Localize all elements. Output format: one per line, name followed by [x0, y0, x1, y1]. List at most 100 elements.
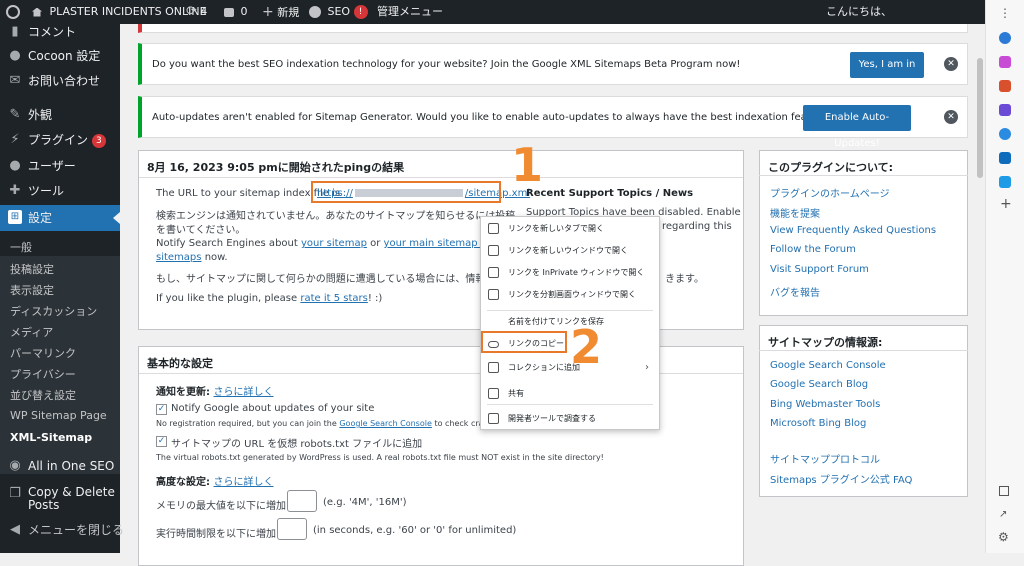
sitemaps-link[interactable]: sitemaps — [156, 252, 202, 263]
submenu-wp-sitemap-page[interactable]: WP Sitemap Page — [10, 409, 107, 422]
time-limit-label: 実行時間制限を以下に増加: — [156, 529, 280, 540]
sidebar-item-plugins[interactable]: ⚡ プラグイン 3 — [0, 128, 120, 152]
plugin-update-badge: 3 — [91, 133, 106, 148]
refresh-icon: ⟳ — [186, 4, 197, 19]
robots-txt-checkbox[interactable]: ✓ — [156, 436, 167, 447]
copilot-icon[interactable] — [999, 128, 1011, 140]
enable-auto-updates-button[interactable]: Enable Auto-Updates! — [803, 105, 911, 149]
ctx-open-new-window[interactable]: リンクを新しいウインドウで開く — [481, 240, 659, 262]
sitemap-faq-link[interactable]: Sitemaps プラグイン公式 FAQ — [770, 471, 912, 486]
submenu-discussion[interactable]: ディスカッション — [10, 303, 97, 319]
sidebar-toggle-icon[interactable] — [999, 486, 1009, 496]
sidebar-item-users[interactable]: ● ユーザー — [0, 154, 120, 178]
sidebar-item-aioseo[interactable]: ◉ All in One SEO — [0, 454, 120, 478]
sidebar-item-contact[interactable]: ✉ お問い合わせ — [0, 69, 120, 93]
sidebar-item-label: コメント — [28, 25, 77, 39]
submenu-sort[interactable]: 並び替え設定 — [10, 387, 76, 403]
seo-label: SEO — [327, 5, 351, 18]
google-search-console-link[interactable]: Google Search Console — [770, 360, 886, 371]
external-link-icon[interactable]: ↗ — [999, 509, 1007, 520]
submenu-media[interactable]: メディア — [10, 324, 53, 340]
ctx-label: リンクを新しいウインドウで開く — [508, 246, 628, 255]
page-scrollbar-thumb[interactable] — [977, 58, 983, 178]
submenu-writing[interactable]: 投稿設定 — [10, 261, 54, 277]
support-forum-link[interactable]: Visit Support Forum — [770, 264, 869, 275]
sidebar-item-collapse[interactable]: ◀ メニューを閉じる — [0, 518, 124, 542]
home-icon — [32, 7, 42, 17]
ellipsis-icon[interactable]: ⋮ — [999, 6, 1011, 20]
outlook-icon[interactable] — [999, 152, 1011, 164]
rate-link[interactable]: rate it 5 stars — [300, 293, 368, 304]
submenu-permalinks[interactable]: パーマリンク — [10, 345, 76, 361]
support-topics-text-2: regarding this — [662, 221, 732, 232]
faq-link[interactable]: View Frequently Asked Questions — [770, 225, 936, 236]
bing-webmaster-link[interactable]: Bing Webmaster Tools — [770, 399, 880, 410]
sidebar-item-settings[interactable]: ⊞ 設定 — [0, 205, 120, 231]
dismiss-icon[interactable]: ✕ — [944, 110, 958, 124]
comments-count: 0 — [240, 5, 248, 18]
gear-icon[interactable]: ⚙ — [998, 530, 1009, 544]
report-bug-link[interactable]: バグを報告 — [770, 284, 820, 299]
plus-icon: + — [262, 4, 274, 20]
sidebar-item-label: 設定 — [28, 211, 53, 225]
sidebar-item-appearance[interactable]: ✎ 外観 — [0, 103, 120, 127]
add-icon[interactable]: + — [1000, 196, 1012, 212]
page-scrollbar-track[interactable] — [975, 24, 985, 553]
submenu-reading[interactable]: 表示設定 — [10, 282, 54, 298]
games-icon[interactable] — [999, 104, 1011, 116]
search-icon[interactable] — [999, 32, 1011, 44]
notify-line-2: sitemaps now. — [156, 252, 228, 263]
follow-forum-link[interactable]: Follow the Forum — [770, 244, 856, 255]
plugin-icon: ⚡ — [10, 132, 20, 147]
inprivate-icon — [488, 267, 499, 278]
memory-limit-input[interactable] — [287, 490, 317, 512]
new-content-link[interactable]: + 新規 — [262, 0, 299, 24]
notify-google-checkbox[interactable]: ✓ — [156, 404, 167, 415]
beta-notice-text: Do you want the best SEO indexation tech… — [152, 59, 741, 70]
admin-sidebar: ▮ コメント ● Cocoon 設定 ✉ お問い合わせ ✎ 外観 ⚡ プラグイン… — [0, 24, 124, 553]
ctx-open-inprivate[interactable]: リンクを InPrivate ウィンドウで開く — [481, 262, 659, 284]
suggest-feature-link[interactable]: 機能を提案 — [770, 205, 820, 220]
join-beta-button[interactable]: Yes, I am in — [850, 52, 924, 78]
tools-icon[interactable] — [999, 80, 1011, 92]
ctx-share[interactable]: 共有 — [481, 383, 659, 405]
sidebar-item-label: All in One SEO — [28, 459, 115, 473]
annotation-step-1: 1 — [511, 138, 544, 192]
google-search-console-link[interactable]: Google Search Console — [339, 419, 432, 428]
ctx-label: リンクを InPrivate ウィンドウで開く — [508, 268, 645, 277]
chevron-right-icon: › — [645, 362, 649, 373]
drop-icon[interactable] — [999, 176, 1011, 188]
sidebar-item-cocoon[interactable]: ● Cocoon 設定 — [0, 44, 120, 68]
submenu-privacy[interactable]: プライバシー — [10, 366, 76, 382]
admin-menu-link[interactable]: 管理メニュー — [377, 0, 443, 24]
sidebar-item-comments[interactable]: ▮ コメント — [0, 20, 120, 44]
robots-txt-help: The virtual robots.txt generated by Word… — [156, 453, 604, 462]
shopping-icon[interactable] — [999, 56, 1011, 68]
sidebar-item-label: ツール — [28, 184, 65, 198]
google-search-blog-link[interactable]: Google Search Blog — [770, 379, 868, 390]
time-limit-input[interactable] — [277, 518, 307, 540]
updates-link[interactable]: ⟳ 4 — [186, 0, 207, 24]
ctx-open-new-tab[interactable]: リンクを新しいタブで開く — [481, 218, 659, 240]
bing-blog-link[interactable]: Microsoft Bing Blog — [770, 418, 866, 429]
sidebar-item-label: お問い合わせ — [28, 74, 101, 88]
sidebar-item-tools[interactable]: ✚ ツール — [0, 179, 120, 203]
seo-menu[interactable]: SEO ! — [309, 0, 368, 24]
plugin-homepage-link[interactable]: プラグインのホームページ — [770, 185, 890, 200]
your-sitemap-link[interactable]: your sitemap — [301, 238, 367, 249]
learn-more-link[interactable]: さらに詳しく — [213, 477, 273, 488]
ctx-inspect[interactable]: 開発者ツールで調査する — [481, 408, 659, 430]
problem-text-tail: きます。 — [665, 274, 704, 285]
submenu-general[interactable]: 一般 — [10, 239, 32, 255]
sitemap-protocol-link[interactable]: サイトマッププロトコル — [770, 451, 880, 466]
sidebar-item-copy-delete[interactable]: ❐ Copy & Delete Posts — [0, 482, 120, 512]
user-icon: ● — [9, 158, 21, 173]
ctx-open-split-screen[interactable]: リンクを分割画面ウィンドウで開く — [481, 284, 659, 306]
comments-link[interactable]: 0 — [224, 0, 248, 24]
not-notified-text: 検索エンジンは通知されていません。あなたのサイトマップを知らせるには投稿 — [156, 211, 516, 222]
learn-more-link[interactable]: さらに詳しく — [213, 387, 273, 398]
greeting[interactable]: こんにちは、 — [826, 0, 892, 24]
dismiss-icon[interactable]: ✕ — [944, 57, 958, 71]
submenu-xml-sitemap[interactable]: XML-Sitemap — [10, 431, 92, 444]
devtools-icon — [488, 413, 499, 424]
